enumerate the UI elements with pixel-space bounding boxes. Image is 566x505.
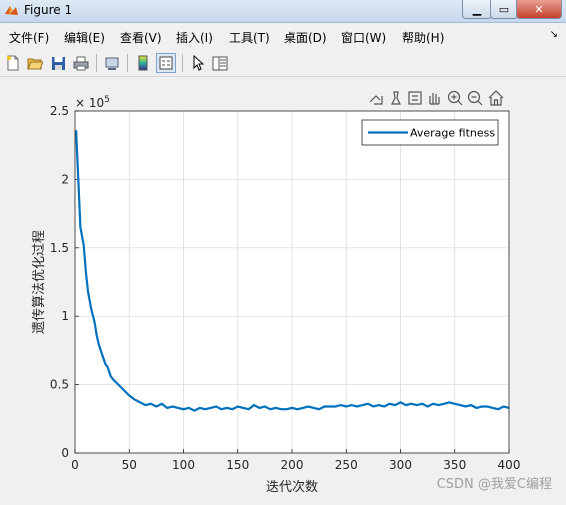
new-figure-icon[interactable]	[3, 53, 23, 73]
menu-help[interactable]: 帮助(H)	[402, 29, 444, 46]
x-tick-label: 0	[71, 458, 79, 472]
menu-insert[interactable]: 插入(I)	[176, 29, 213, 46]
pointer-icon[interactable]	[188, 53, 208, 73]
x-tick-label: 200	[281, 458, 304, 472]
y-tick-label: 1	[61, 309, 69, 323]
minimize-icon: ▁	[472, 2, 482, 16]
x-tick-label: 250	[335, 458, 358, 472]
save-icon[interactable]	[48, 53, 68, 73]
menu-edit[interactable]: 编辑(E)	[64, 29, 105, 46]
home-icon[interactable]	[488, 90, 504, 106]
axes-toolbar	[369, 90, 504, 106]
legend: Average fitness	[361, 119, 499, 146]
zoom-out-icon[interactable]	[467, 90, 483, 106]
menu-window[interactable]: 窗口(W)	[341, 29, 386, 46]
data-tip-icon[interactable]	[408, 91, 422, 105]
title-bar: Figure 1 ▁ ▭ ✕	[0, 0, 566, 23]
y-tick-label: 2.5	[50, 104, 69, 118]
matlab-icon	[5, 6, 18, 15]
maximize-icon: ▭	[498, 2, 510, 16]
close-icon: ✕	[534, 2, 544, 16]
close-button[interactable]: ✕	[516, 0, 562, 19]
x-tick-label: 50	[122, 458, 137, 472]
zoom-in-icon[interactable]	[447, 90, 463, 106]
watermark: CSDN @我爱C编程	[437, 477, 552, 492]
y-tick-label: 0	[61, 446, 69, 460]
export-icon[interactable]	[369, 95, 383, 105]
minimize-button[interactable]: ▁	[462, 0, 492, 19]
property-editor-icon[interactable]	[210, 53, 230, 73]
window-title: Figure 1	[24, 3, 73, 17]
menu-bar: 文件(F) 编辑(E) 查看(V) 插入(I) 工具(T) 桌面(D) 窗口(W…	[0, 27, 566, 47]
x-axis-label: 迭代次数	[266, 479, 318, 495]
brush-icon[interactable]	[391, 91, 401, 105]
x-tick-label: 150	[226, 458, 249, 472]
colorbar-icon[interactable]	[133, 53, 153, 73]
menu-tools[interactable]: 工具(T)	[229, 29, 270, 46]
menu-desktop[interactable]: 桌面(D)	[284, 29, 327, 46]
y-tick-label: 1.5	[50, 241, 69, 255]
x-tick-label: 400	[498, 458, 521, 472]
maximize-button[interactable]: ▭	[490, 0, 518, 19]
legend-icon[interactable]	[156, 53, 176, 73]
x-tick-label: 300	[389, 458, 412, 472]
exponent-label: × 105	[75, 95, 110, 110]
y-axis-label: 遗传算法优化过程	[32, 230, 47, 334]
menu-view[interactable]: 查看(V)	[120, 29, 162, 46]
x-tick-label: 100	[172, 458, 195, 472]
menu-file[interactable]: 文件(F)	[9, 29, 49, 46]
link-icon[interactable]	[102, 53, 122, 73]
figure-canvas: 0 0.5 1 1.5 2 2.5 0 50 100 150 200 250 300 350 400 × …	[0, 78, 566, 502]
open-file-icon[interactable]	[25, 53, 45, 73]
chevron-icon[interactable]: ↘	[550, 29, 558, 40]
x-tick-label: 350	[443, 458, 466, 472]
pan-icon[interactable]	[429, 93, 440, 105]
print-icon[interactable]	[71, 53, 91, 73]
y-tick-label: 2	[61, 172, 69, 186]
y-tick-label: 0.5	[50, 378, 69, 392]
legend-label: Average fitness	[410, 127, 495, 140]
figure-toolbar	[0, 50, 566, 77]
